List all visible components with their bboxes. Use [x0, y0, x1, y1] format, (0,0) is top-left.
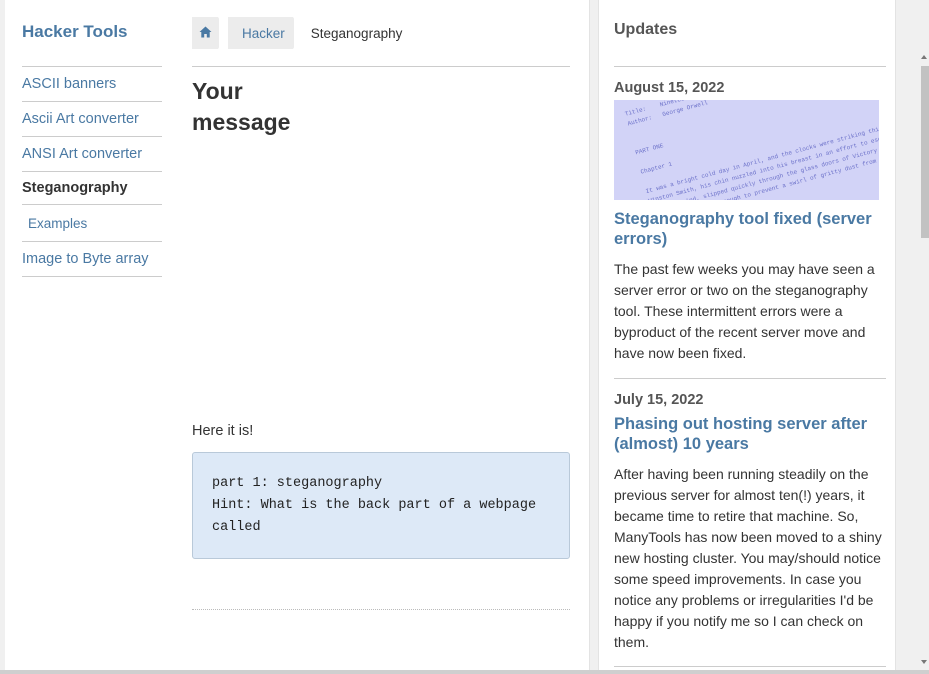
breadcrumb-home[interactable] — [192, 17, 218, 49]
sidebar-title[interactable]: Hacker Tools — [22, 22, 128, 42]
sidebar-item-ascii-art-converter[interactable]: Ascii Art converter — [22, 102, 162, 137]
dotted-divider — [192, 609, 570, 610]
sidebar-item-ansi-art-converter[interactable]: ANSI Art converter — [22, 137, 162, 172]
breadcrumb-hacker[interactable]: Hacker — [228, 17, 293, 49]
sidebar-item-steganography[interactable]: Steganography — [22, 172, 162, 205]
sidebar-item-examples[interactable]: Examples — [22, 205, 162, 242]
scroll-up-icon[interactable] — [921, 55, 927, 59]
decoded-message[interactable]: part 1: steganography Hint: What is the … — [192, 452, 570, 559]
home-icon — [199, 26, 212, 41]
horizontal-scrollbar[interactable] — [0, 670, 929, 674]
post-title[interactable]: Steganography tool fixed (server errors) — [614, 209, 886, 249]
post-divider — [614, 666, 886, 667]
scrollbar-thumb[interactable] — [921, 66, 929, 238]
post-body: After having been running steadily on th… — [614, 466, 882, 650]
updates-panel: Updates August 15, 2022 Title: Nineteen … — [598, 0, 896, 670]
breadcrumb: Hacker Steganography — [192, 17, 402, 49]
post-image[interactable]: Title: Nineteen Eighty-Four Author: Geor… — [614, 100, 879, 200]
content-divider — [192, 66, 570, 67]
update-post: August 15, 2022 Title: Nineteen Eighty-F… — [614, 80, 886, 364]
sidebar-list: ASCII banners Ascii Art converter ANSI A… — [22, 66, 162, 277]
post-divider — [614, 378, 886, 379]
result-intro: Here it is! — [192, 423, 254, 439]
vertical-scrollbar[interactable] — [896, 0, 929, 674]
breadcrumb-separator — [292, 17, 303, 49]
post-image-text: Title: Nineteen Eighty-Four Author: Geor… — [624, 100, 879, 200]
breadcrumb-current: Steganography — [310, 25, 403, 41]
post-body: The past few weeks you may have seen a s… — [614, 261, 875, 361]
update-post: July 15, 2022 Phasing out hosting server… — [614, 392, 886, 653]
post-title[interactable]: Phasing out hosting server after (almost… — [614, 414, 886, 454]
post-date: July 15, 2022 — [614, 392, 704, 408]
page-title: Your message — [192, 76, 392, 138]
post-date: August 15, 2022 — [614, 80, 725, 96]
scroll-down-icon[interactable] — [921, 660, 927, 664]
sidebar-item-ascii-banners[interactable]: ASCII banners — [22, 67, 162, 102]
main-panel: Hacker Tools ASCII banners Ascii Art con… — [5, 0, 590, 670]
updates-divider — [614, 66, 886, 67]
sidebar-item-image-to-byte-array[interactable]: Image to Byte array — [22, 242, 162, 277]
updates-title: Updates — [614, 21, 678, 38]
page-title-line2: message — [192, 109, 291, 135]
page-title-line1: Your — [192, 78, 243, 104]
breadcrumb-separator — [218, 17, 228, 49]
